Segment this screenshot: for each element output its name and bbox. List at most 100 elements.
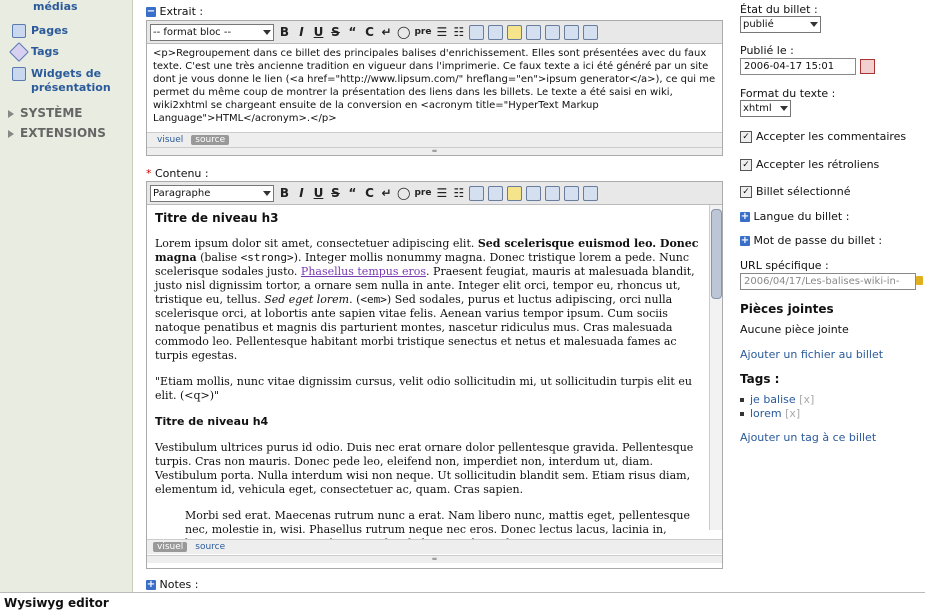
checkbox-label: Accepter les commentaires xyxy=(756,130,907,143)
lock-icon[interactable] xyxy=(916,276,923,285)
tab-source[interactable]: source xyxy=(191,542,229,552)
main-content: − Extrait : -- format bloc -- B I U S “ … xyxy=(133,0,733,592)
sidebar-item-medias[interactable]: médias xyxy=(12,0,78,13)
link-icon[interactable] xyxy=(469,185,485,201)
italic-button[interactable]: I xyxy=(295,186,308,201)
quote-button[interactable]: “ xyxy=(346,186,359,201)
toggle-notes-icon[interactable]: + xyxy=(146,580,156,590)
contenu-header: * Contenu : xyxy=(146,167,209,180)
tag-link[interactable]: je balise xyxy=(750,393,796,406)
sidebar-item-pages[interactable]: Pages xyxy=(12,24,68,38)
contenu-wysiwyg-area[interactable]: Titre de niveau h3 Lorem ipsum dolor sit… xyxy=(147,205,708,542)
attachment-icon[interactable] xyxy=(583,185,599,201)
pieces-jointes-empty: Aucune pièce jointe xyxy=(740,323,849,336)
tab-visual[interactable]: visuel xyxy=(153,135,187,145)
external-link-icon[interactable] xyxy=(488,185,504,201)
strike-button[interactable]: S xyxy=(329,25,342,40)
external-link-icon[interactable] xyxy=(488,24,504,40)
expand-plus-icon[interactable]: + xyxy=(740,236,750,246)
required-mark: * xyxy=(146,167,152,180)
blockquote-button[interactable]: ◯ xyxy=(397,186,410,201)
add-tag-link[interactable]: Ajouter un tag à ce billet xyxy=(740,431,876,444)
sidebar-item-tags[interactable]: Tags xyxy=(9,42,59,62)
expand-arrow-icon xyxy=(8,129,14,138)
image-icon[interactable] xyxy=(526,24,542,40)
cb-selected-row[interactable]: ✓ Billet sélectionné xyxy=(740,185,850,198)
chevron-down-icon xyxy=(263,190,271,196)
bold-button[interactable]: B xyxy=(278,186,291,201)
linebreak-button[interactable]: ↵ xyxy=(380,186,393,201)
content-link[interactable]: Phasellus tempus eros xyxy=(301,265,426,278)
underline-button[interactable]: U xyxy=(312,186,325,201)
blockquote-button[interactable]: ◯ xyxy=(397,25,410,40)
tab-source[interactable]: source xyxy=(191,135,230,145)
ordered-list-button[interactable]: ☷ xyxy=(452,25,465,40)
sidebar-section-systeme[interactable]: SYSTÈME xyxy=(8,106,83,120)
sidebar-item-label: Pages xyxy=(31,24,69,37)
tab-visual[interactable]: visuel xyxy=(153,542,188,552)
italic-button[interactable]: I xyxy=(295,25,308,40)
sidebar-item-widgets[interactable]: Widgets de présentation xyxy=(12,67,122,95)
url-input[interactable]: 2006/04/17/Les-balises-wiki-in- xyxy=(740,273,916,290)
attachment-icon[interactable] xyxy=(583,24,599,40)
resize-handle[interactable]: ═ xyxy=(147,555,722,563)
extrait-editor: -- format bloc -- B I U S “ C ↵ ◯ pre ☰ … xyxy=(146,20,723,156)
linebreak-button[interactable]: ↵ xyxy=(380,25,393,40)
strike-button[interactable]: S xyxy=(329,186,342,201)
checkbox-checked-icon[interactable]: ✓ xyxy=(740,159,752,171)
media-icon[interactable] xyxy=(545,24,561,40)
tags-title: Tags : xyxy=(740,372,780,386)
code-button[interactable]: C xyxy=(363,186,376,201)
publie-date-input[interactable]: 2006-04-17 15:01 xyxy=(740,58,856,75)
checkbox-checked-icon[interactable]: ✓ xyxy=(740,131,752,143)
section-label: EXTENSIONS xyxy=(20,126,106,140)
quote-button[interactable]: “ xyxy=(346,25,359,40)
cb-comments-row[interactable]: ✓ Accepter les commentaires xyxy=(740,130,906,143)
scrollbar[interactable] xyxy=(709,205,722,530)
link-icon[interactable] xyxy=(469,24,485,40)
remove-tag-button[interactable]: [x] xyxy=(799,393,814,406)
content-paragraph: Vestibulum ultrices purus id odio. Duis … xyxy=(155,441,694,496)
post-link-icon[interactable] xyxy=(564,24,580,40)
url-label: URL spécifique : xyxy=(740,259,829,272)
unordered-list-button[interactable]: ☰ xyxy=(435,186,448,201)
underline-button[interactable]: U xyxy=(312,25,325,40)
pre-button[interactable]: pre xyxy=(414,25,431,40)
motdepasse-toggle[interactable]: + Mot de passe du billet : xyxy=(740,234,882,247)
media-icon[interactable] xyxy=(545,185,561,201)
clean-icon[interactable] xyxy=(507,185,523,201)
notes-header[interactable]: + Notes : xyxy=(146,578,198,591)
calendar-icon[interactable] xyxy=(860,59,875,74)
pieces-jointes-title: Pièces jointes xyxy=(740,302,834,316)
post-link-icon[interactable] xyxy=(564,185,580,201)
format-select[interactable]: Paragraphe xyxy=(150,184,274,202)
add-attachment-link[interactable]: Ajouter un fichier au billet xyxy=(740,348,883,361)
resize-handle[interactable]: ═ xyxy=(147,147,722,155)
extrait-textarea[interactable]: <p>Regroupement dans ce billet des princ… xyxy=(147,44,722,132)
ordered-list-button[interactable]: ☷ xyxy=(452,186,465,201)
checkbox-checked-icon[interactable]: ✓ xyxy=(740,186,752,198)
cb-trackbacks-row[interactable]: ✓ Accepter les rétroliens xyxy=(740,158,879,171)
unordered-list-button[interactable]: ☰ xyxy=(435,25,448,40)
motdepasse-label: Mot de passe du billet : xyxy=(753,234,883,247)
etat-select[interactable]: publié xyxy=(740,16,821,33)
toggle-extrait-icon[interactable]: − xyxy=(146,7,156,17)
clean-icon[interactable] xyxy=(507,24,523,40)
image-icon[interactable] xyxy=(526,185,542,201)
langue-toggle[interactable]: + Langue du billet : xyxy=(740,210,849,223)
expand-plus-icon[interactable]: + xyxy=(740,212,750,222)
sidebar-section-extensions[interactable]: EXTENSIONS xyxy=(8,126,106,140)
format-select[interactable]: xhtml xyxy=(740,100,791,117)
expand-arrow-icon xyxy=(8,109,14,118)
remove-tag-button[interactable]: [x] xyxy=(785,407,800,420)
extrait-header[interactable]: − Extrait : xyxy=(146,5,203,18)
select-value: Paragraphe xyxy=(153,187,211,199)
format-select[interactable]: -- format bloc -- xyxy=(150,23,274,41)
caption: Wysiwyg editor xyxy=(0,592,925,614)
tag-link[interactable]: lorem xyxy=(750,407,782,420)
chevron-down-icon xyxy=(263,29,271,35)
bold-button[interactable]: B xyxy=(278,25,291,40)
scrollbar-thumb[interactable] xyxy=(711,209,722,299)
code-button[interactable]: C xyxy=(363,25,376,40)
pre-button[interactable]: pre xyxy=(414,186,431,201)
